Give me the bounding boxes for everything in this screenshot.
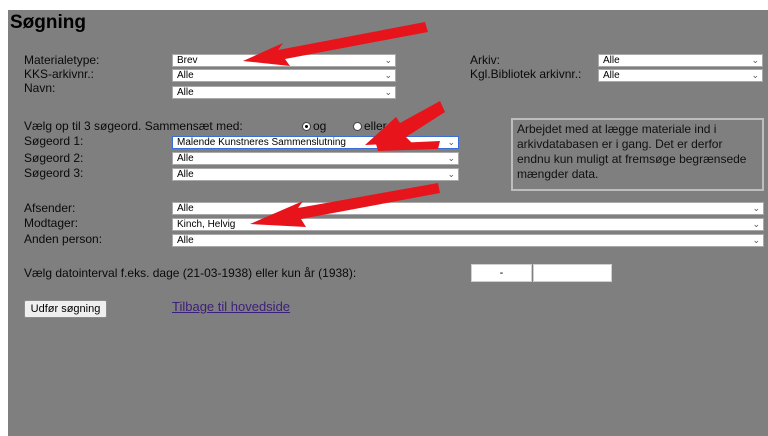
- red-arrow-annotation: [243, 22, 428, 66]
- red-arrow-annotation: [365, 101, 445, 151]
- red-arrow-annotation: [250, 183, 440, 227]
- annotation-arrows: [243, 22, 445, 227]
